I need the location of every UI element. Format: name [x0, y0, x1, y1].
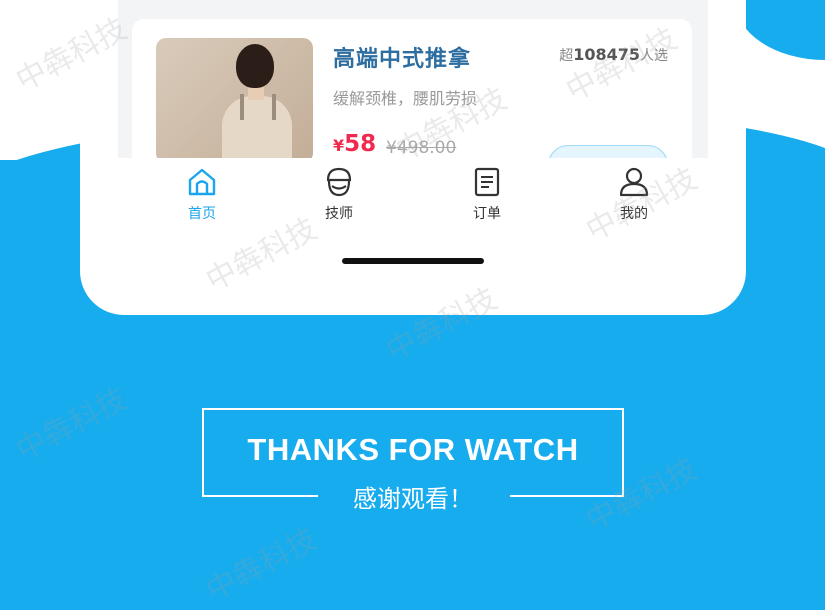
book-button[interactable]	[548, 145, 668, 158]
sold-prefix: 超	[559, 48, 574, 64]
sold-count: 超108475人选	[559, 45, 668, 65]
original-price: ¥498.00	[386, 138, 457, 158]
tab-orders-label: 订单	[473, 206, 501, 222]
price-symbol: ¥	[333, 136, 345, 155]
product-title[interactable]: 高端中式推拿	[333, 41, 471, 73]
tab-technician[interactable]: 技师	[299, 166, 379, 230]
technician-icon	[326, 167, 352, 197]
tab-orders[interactable]: 订单	[447, 166, 527, 230]
watermark: 中犇科技	[200, 521, 323, 609]
phone-mockup: 高端中式推拿 缓解颈椎，腰肌劳损 超108475人选 ¥58 ¥498.00 首…	[80, 0, 746, 315]
profile-icon	[619, 167, 649, 197]
tab-profile-label: 我的	[620, 206, 648, 222]
home-icon	[188, 168, 216, 196]
product-card[interactable]: 高端中式推拿 缓解颈椎，腰肌劳损 超108475人选 ¥58 ¥498.00	[132, 19, 692, 158]
product-description: 缓解颈椎，腰肌劳损	[333, 89, 478, 108]
home-indicator	[342, 258, 484, 264]
bottom-tab-bar: 首页 技师 订单 我的	[118, 158, 708, 238]
thanks-english: THANKS FOR WATCH	[247, 432, 579, 467]
sold-number: 108475	[573, 45, 640, 64]
tab-home-label: 首页	[188, 206, 216, 222]
product-image[interactable]	[156, 38, 313, 158]
tab-home[interactable]: 首页	[162, 166, 242, 230]
sold-suffix: 人选	[640, 48, 668, 64]
product-price: ¥58	[333, 131, 376, 157]
watermark: 中犇科技	[10, 381, 133, 469]
thanks-chinese: 感谢观看！	[353, 485, 473, 513]
tab-profile[interactable]: 我的	[594, 166, 674, 230]
tab-technician-label: 技师	[325, 206, 353, 222]
order-icon	[474, 167, 500, 197]
price-value: 58	[344, 131, 377, 157]
